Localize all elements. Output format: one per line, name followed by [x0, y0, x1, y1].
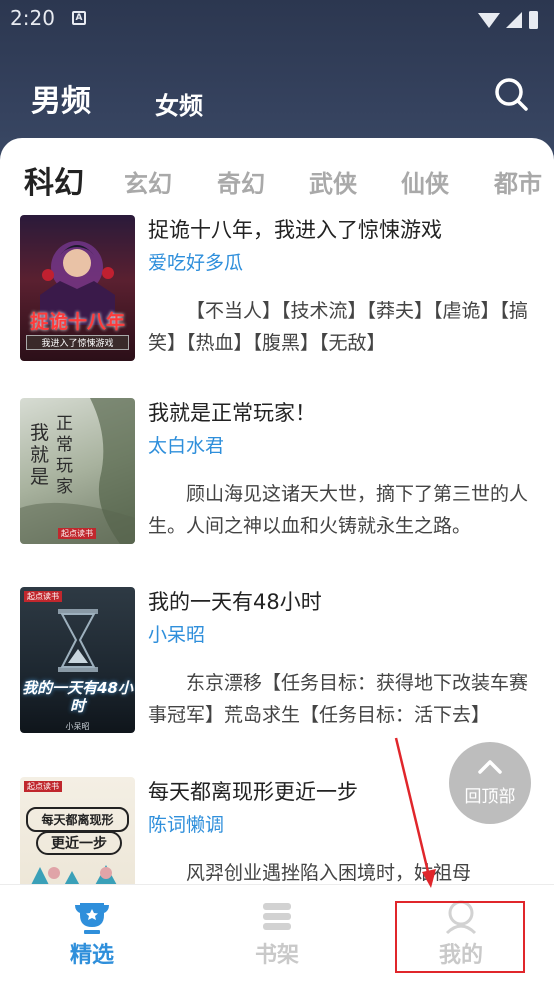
book-author[interactable]: 小呆昭	[148, 621, 205, 649]
book-item[interactable]: 起点读书 我的一天有48小时 小呆昭 我的一天有48小时 小呆昭 东京漂移【任务…	[0, 587, 554, 737]
category-tab-qihuan[interactable]: 奇幻	[217, 164, 265, 199]
annotation-highlight-box	[395, 901, 525, 973]
nav-bookshelf[interactable]: 书架	[207, 885, 347, 984]
bookshelf-icon	[263, 903, 291, 930]
cover-title: 我就是	[30, 422, 50, 488]
book-title[interactable]: 我就是正常玩家！	[148, 398, 538, 428]
book-item[interactable]: 捉诡十八年 我进入了惊悚游戏 捉诡十八年，我进入了惊悚游戏 爱吃好多瓜 【不当人…	[0, 215, 554, 365]
cover-title: 我的一天有48小时	[22, 679, 133, 715]
trophy-icon	[75, 903, 109, 934]
category-tab-xuanhuan[interactable]: 玄幻	[124, 164, 172, 199]
book-item[interactable]: 我就是 正常玩家 起点读书 我就是正常玩家！ 太白水君 顾山海见这诸天大世，摘下…	[0, 398, 554, 548]
category-tabs: 科幻 玄幻 奇幻 武侠 仙侠 都市	[0, 158, 554, 202]
cover-publisher: 起点读书	[58, 528, 96, 539]
notification-icon: A	[72, 11, 86, 25]
tab-female[interactable]: 女频	[155, 86, 203, 121]
book-desc: 东京漂移【任务目标：获得地下改装车赛事冠军】荒岛求生【任务目标：活下去】	[148, 672, 529, 726]
search-icon[interactable]	[493, 76, 529, 112]
nav-bookshelf-label: 书架	[254, 942, 299, 968]
book-desc: 【不当人】【技术流】【莽夫】【虐诡】【搞笑】【热血】【腹黑】【无敌】	[148, 300, 529, 354]
content-card: 科幻 玄幻 奇幻 武侠 仙侠 都市 捉诡十八年 我进入了惊悚游戏 捉诡十八年，我…	[0, 138, 554, 984]
tab-male[interactable]: 男频	[31, 76, 91, 120]
category-tab-wuxia[interactable]: 武侠	[309, 164, 357, 199]
cover-subtitle: 正常玩家	[56, 414, 73, 497]
status-time: 2:20	[10, 6, 55, 30]
back-to-top-label: 回顶部	[464, 787, 516, 807]
status-bar: 2:20 A	[0, 0, 554, 40]
book-author[interactable]: 太白水君	[148, 432, 224, 460]
book-title[interactable]: 我的一天有48小时	[148, 587, 538, 617]
back-to-top-button[interactable]: 回顶部	[449, 742, 531, 824]
book-cover[interactable]: 捉诡十八年 我进入了惊悚游戏	[20, 215, 135, 361]
cover-title: 捉诡十八年	[29, 311, 125, 333]
book-author[interactable]: 爱吃好多瓜	[148, 249, 243, 277]
status-icons	[476, 9, 540, 35]
book-author[interactable]: 陈词懒调	[148, 811, 224, 839]
nav-featured-label: 精选	[69, 942, 114, 968]
cover-publisher: 起点读书	[24, 591, 62, 602]
category-tab-dushi[interactable]: 都市	[494, 164, 542, 199]
category-tab-xianxia[interactable]: 仙侠	[401, 164, 449, 199]
chevron-up-icon	[478, 760, 502, 774]
channel-tabs: 男频 女频	[0, 70, 554, 130]
cover-author: 小呆昭	[65, 722, 90, 731]
book-desc: 顾山海见这诸天大世，摘下了第三世的人生。人间之神以血和火铸就永生之路。	[148, 483, 529, 537]
category-tab-scifi[interactable]: 科幻	[24, 158, 84, 202]
book-cover[interactable]: 我就是 正常玩家 起点读书	[20, 398, 135, 544]
cover-subtitle: 我进入了惊悚游戏	[26, 335, 129, 350]
signal-icon	[478, 11, 538, 29]
nav-featured[interactable]: 精选	[22, 885, 162, 984]
book-cover[interactable]: 起点读书 我的一天有48小时 小呆昭	[20, 587, 135, 733]
book-title[interactable]: 捉诡十八年，我进入了惊悚游戏	[148, 215, 538, 245]
